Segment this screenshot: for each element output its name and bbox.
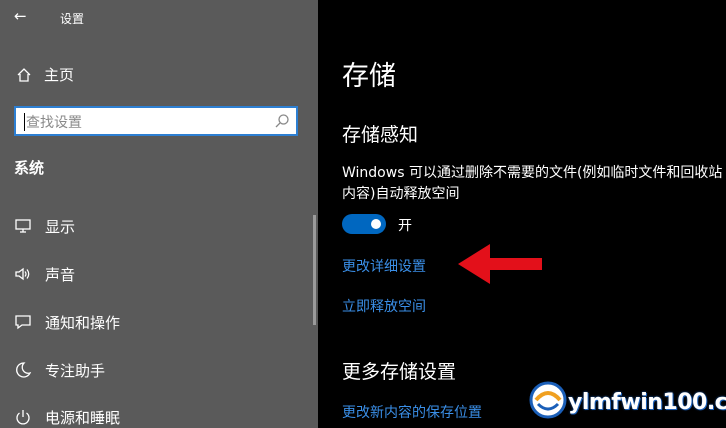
red-arrow-annotation [458, 244, 542, 284]
watermark-logo-icon [529, 381, 567, 419]
text-cursor [24, 113, 25, 131]
page-title: 存储 [342, 61, 396, 92]
sidebar-item-focus-assist[interactable]: 专注助手 [14, 359, 105, 381]
sidebar-scrollbar[interactable] [313, 215, 316, 325]
window-title: 设置 [60, 12, 85, 26]
toggle-state-label: 开 [398, 218, 412, 234]
sidebar-item-label: 通知和操作 [45, 313, 121, 332]
home-label: 主页 [44, 66, 75, 84]
change-settings-link[interactable]: 更改详细设置 [342, 256, 426, 276]
toggle-knob [371, 219, 381, 229]
sidebar-item-sound[interactable]: 声音 [14, 263, 75, 285]
storage-sense-toggle[interactable] [342, 214, 386, 234]
sidebar-item-label: 专注助手 [45, 361, 106, 380]
free-space-now-link[interactable]: 立即释放空间 [342, 296, 426, 316]
sidebar-item-notifications[interactable]: 通知和操作 [14, 311, 120, 333]
moon-icon [16, 362, 32, 378]
storage-page: 存储 存储感知 Windows 可以通过删除不需要的文件(例如临时文件和回收站 … [318, 0, 726, 428]
power-icon [16, 410, 30, 425]
nav-home[interactable]: 主页 [16, 64, 74, 85]
sidebar-item-label: 显示 [45, 217, 76, 236]
sidebar-item-label: 电源和睡眠 [45, 408, 121, 427]
back-arrow-icon[interactable]: ← [14, 7, 27, 25]
search-input[interactable] [24, 112, 268, 134]
change-save-location-link[interactable]: 更改新内容的保存位置 [342, 402, 482, 422]
monitor-icon [15, 219, 31, 233]
storage-sense-description: Windows 可以通过删除不需要的文件(例如临时文件和回收站 内容)自动释放空… [342, 163, 726, 205]
home-icon [17, 67, 31, 82]
section-label-system: 系统 [14, 159, 45, 177]
message-icon [15, 315, 31, 330]
description-line-1: Windows 可以通过删除不需要的文件(例如临时文件和回收站 [342, 165, 723, 181]
speaker-icon [15, 267, 30, 281]
storage-sense-title: 存储感知 [342, 124, 419, 146]
more-storage-settings-title: 更多存储设置 [342, 361, 457, 383]
settings-sidebar: ← 设置 主页 系统 显示 声音 通知和操作 [0, 0, 318, 428]
sidebar-item-power-sleep[interactable]: 电源和睡眠 [14, 406, 120, 428]
description-line-2: 内容)自动释放空间 [342, 186, 460, 202]
watermark-text: ylmfwin100.com [568, 390, 726, 415]
sidebar-item-display[interactable]: 显示 [14, 215, 75, 237]
search-icon[interactable] [274, 113, 290, 129]
sidebar-item-label: 声音 [45, 265, 76, 284]
search-box[interactable] [14, 106, 298, 136]
watermark: ylmfwin100.com [528, 376, 726, 428]
